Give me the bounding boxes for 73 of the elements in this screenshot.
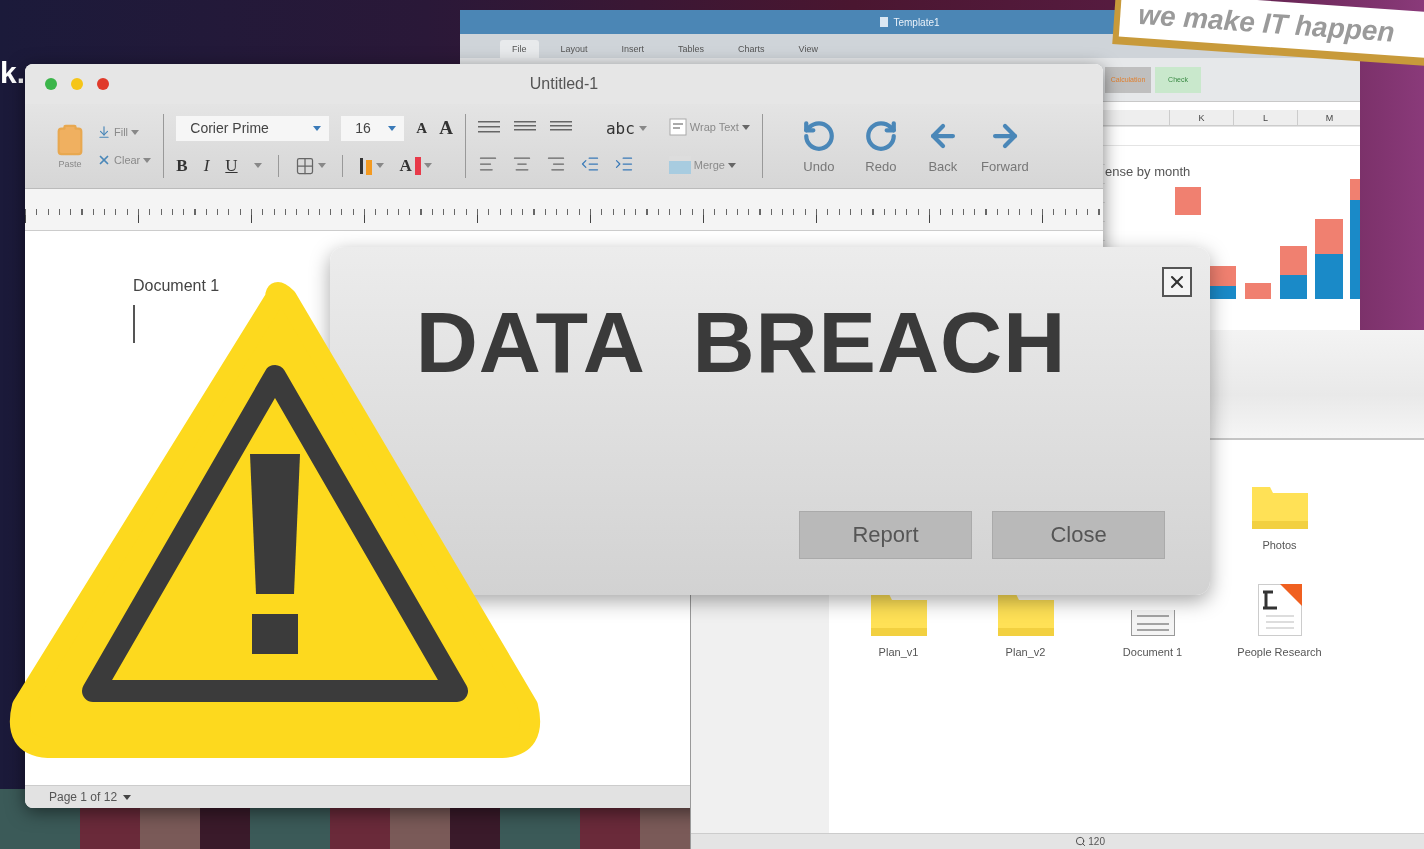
wrap-text-button[interactable]: Wrap Text bbox=[668, 118, 750, 136]
document-icon bbox=[1257, 584, 1302, 636]
bold-button[interactable]: B bbox=[176, 155, 188, 176]
chart-bar bbox=[1245, 283, 1271, 299]
caret-icon bbox=[131, 129, 140, 135]
undo-button[interactable]: Undo bbox=[788, 118, 849, 174]
report-button[interactable]: Report bbox=[799, 511, 972, 559]
wrap-text-icon bbox=[668, 118, 687, 136]
back-button[interactable]: Back bbox=[912, 118, 973, 174]
search-icon bbox=[1075, 836, 1087, 847]
column-header: L bbox=[1233, 110, 1297, 126]
ribbon-tab[interactable]: Layout bbox=[548, 40, 600, 58]
table-grid-icon bbox=[294, 155, 315, 176]
chart-bar bbox=[1280, 246, 1307, 275]
ribbon-tab[interactable]: Tables bbox=[666, 40, 717, 58]
zoom-button[interactable] bbox=[45, 78, 57, 90]
column-header: M bbox=[1297, 110, 1360, 126]
caret-icon bbox=[313, 125, 322, 131]
chart-bar bbox=[1280, 275, 1307, 299]
shrink-font-button[interactable]: A bbox=[439, 117, 453, 139]
close-dialog-button[interactable]: Close bbox=[992, 511, 1165, 559]
folder-icon bbox=[997, 594, 1054, 636]
window-title: Template1 bbox=[893, 16, 940, 28]
line-spacing-icon bbox=[477, 121, 500, 135]
page-indicator[interactable]: Page 1 of 12 bbox=[49, 790, 132, 804]
color-swatch-icon bbox=[414, 156, 421, 175]
fill-down-icon bbox=[97, 125, 111, 139]
grow-font-button[interactable]: A bbox=[416, 119, 428, 137]
ribbon-tab[interactable]: Charts bbox=[726, 40, 777, 58]
ribbon-tab[interactable]: View bbox=[786, 40, 830, 58]
folder-icon bbox=[1251, 487, 1308, 529]
caret-icon bbox=[317, 163, 326, 168]
caret-icon bbox=[123, 794, 132, 800]
font-color-button[interactable]: A bbox=[399, 155, 432, 176]
caret-icon bbox=[253, 163, 262, 168]
alert-title: DATA BREACH bbox=[415, 293, 1067, 392]
zoom-level: 120 bbox=[1088, 836, 1105, 847]
file-item[interactable]: Photos bbox=[1216, 464, 1343, 571]
close-button[interactable] bbox=[1162, 267, 1192, 297]
text-style-button[interactable]: abc bbox=[605, 118, 647, 138]
clear-icon bbox=[97, 153, 111, 167]
chart-title: ense by month bbox=[1105, 164, 1191, 179]
borders-button[interactable] bbox=[294, 155, 326, 176]
text-cursor bbox=[133, 305, 135, 343]
redo-button[interactable]: Redo bbox=[850, 118, 911, 174]
redo-icon bbox=[863, 118, 898, 153]
fill-color-button[interactable] bbox=[358, 155, 384, 176]
font-select[interactable]: Corier Prime bbox=[176, 115, 330, 141]
document-icon bbox=[1130, 610, 1175, 636]
merge-cells-icon bbox=[668, 156, 691, 174]
chart-bar bbox=[1175, 187, 1201, 215]
document-icon bbox=[880, 17, 889, 27]
italic-button[interactable]: I bbox=[203, 155, 210, 176]
edge-text: k. bbox=[0, 56, 26, 90]
window-title: Untitled-1 bbox=[529, 75, 599, 93]
caret-icon bbox=[375, 163, 384, 168]
forward-button[interactable]: Forward bbox=[974, 118, 1035, 174]
caret-icon bbox=[388, 125, 397, 131]
caret-icon bbox=[727, 162, 736, 168]
ribbon-tab[interactable]: File bbox=[500, 40, 539, 58]
undo-icon bbox=[801, 118, 836, 153]
font-size-select[interactable]: 16 bbox=[341, 115, 405, 141]
chart-bar bbox=[1315, 254, 1343, 299]
caret-icon bbox=[423, 163, 432, 168]
chart-bar bbox=[1315, 219, 1343, 254]
caret-icon bbox=[741, 124, 750, 130]
file-item[interactable]: People Research bbox=[1216, 571, 1343, 678]
document-heading: Document 1 bbox=[133, 277, 221, 295]
column-header: K bbox=[1169, 110, 1233, 126]
underline-button[interactable]: U bbox=[225, 155, 238, 176]
caret-icon bbox=[143, 157, 152, 163]
folder-icon bbox=[870, 594, 927, 636]
ribbon-tab[interactable]: Insert bbox=[609, 40, 657, 58]
